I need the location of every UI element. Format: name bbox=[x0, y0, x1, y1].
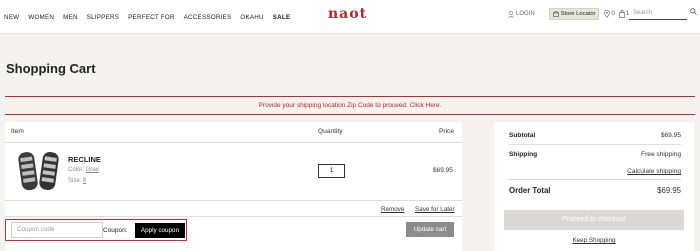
store-icon bbox=[552, 11, 559, 17]
location-pin-icon bbox=[604, 10, 611, 18]
column-item: Item bbox=[11, 128, 24, 135]
total-value: $69.95 bbox=[657, 186, 681, 195]
calculate-shipping-link[interactable]: Calculate shipping bbox=[627, 168, 681, 175]
divider bbox=[509, 179, 681, 180]
quantity-input[interactable]: 1 bbox=[318, 164, 345, 178]
product-name[interactable]: RECLINE bbox=[68, 155, 101, 164]
shipping-label: Shipping bbox=[509, 151, 538, 158]
login-label: LOGIN bbox=[516, 11, 535, 17]
divider bbox=[5, 216, 462, 217]
shipping-value: Free shipping bbox=[641, 151, 681, 158]
apply-coupon-button[interactable]: Apply coupon bbox=[135, 223, 185, 238]
coupon-code-input[interactable]: Coupon code bbox=[11, 222, 103, 238]
zip-code-banner[interactable]: Provide your shipping location Zip Code … bbox=[5, 96, 695, 115]
site-header: NEW WOMEN MEN SLIPPERS PERFECT FOR ACCES… bbox=[0, 0, 700, 34]
nav-item-perfect-for[interactable]: PERFECT FOR bbox=[128, 14, 175, 21]
nav-item-women[interactable]: WOMEN bbox=[28, 14, 54, 21]
nav-item-sale[interactable]: SALE bbox=[273, 14, 291, 21]
nav-item-men[interactable]: MEN bbox=[63, 14, 78, 21]
search-input[interactable]: Search bbox=[629, 7, 687, 20]
wishlist-link[interactable]: 0 bbox=[604, 10, 615, 18]
update-cart-button[interactable]: Update cart bbox=[406, 222, 454, 237]
nav-item-accessories[interactable]: ACCESSORIES bbox=[184, 14, 232, 21]
main-nav: NEW WOMEN MEN SLIPPERS PERFECT FOR ACCES… bbox=[4, 14, 299, 21]
proceed-to-checkout-button[interactable]: Proceed to checkout bbox=[504, 210, 684, 230]
color-label: Color: bbox=[68, 167, 85, 173]
page-title: Shopping Cart bbox=[6, 61, 96, 76]
subtotal-value: $69.95 bbox=[660, 132, 681, 139]
keep-shopping-link[interactable]: Keep Shopping bbox=[494, 237, 694, 244]
remove-link[interactable]: Remove bbox=[381, 206, 404, 213]
subtotal-label: Subtotal bbox=[509, 132, 536, 139]
product-size: Size: 8 bbox=[68, 178, 86, 184]
divider bbox=[5, 142, 462, 143]
store-locator-button[interactable]: Store Locator bbox=[548, 8, 600, 20]
order-summary: Subtotal $69.95 Shipping Free shipping C… bbox=[494, 122, 694, 251]
divider bbox=[5, 200, 462, 201]
header-utilities: LOGIN Store Locator 0 1 bbox=[508, 7, 633, 21]
total-label: Order Total bbox=[509, 186, 551, 195]
nav-item-okahu[interactable]: OKAHU bbox=[240, 14, 263, 21]
login-link[interactable]: LOGIN bbox=[508, 10, 535, 18]
color-value-link[interactable]: Gray bbox=[86, 167, 99, 173]
column-price: Price bbox=[439, 128, 455, 135]
user-icon bbox=[508, 10, 514, 18]
coupon-label-text: Coupon bbox=[103, 227, 126, 234]
store-locator-label: Store Locator bbox=[560, 11, 596, 17]
nav-item-slippers[interactable]: SLIPPERS bbox=[87, 14, 119, 21]
nav-item-new[interactable]: NEW bbox=[4, 14, 19, 21]
save-for-later-link[interactable]: Save for Later bbox=[415, 206, 455, 213]
coupon-label: Coupon: bbox=[103, 227, 128, 234]
item-price: $69.95 bbox=[433, 167, 453, 174]
wishlist-count: 0 bbox=[611, 11, 615, 17]
column-quantity: Quantity bbox=[318, 128, 343, 135]
size-value-link[interactable]: 8 bbox=[83, 178, 86, 184]
product-color: Color: Gray bbox=[68, 167, 99, 173]
divider bbox=[509, 144, 681, 145]
shopping-bag-icon bbox=[619, 10, 625, 18]
coupon-form: Coupon code Coupon: Apply coupon bbox=[5, 219, 187, 241]
size-label: Size: bbox=[68, 178, 82, 184]
bag-link[interactable]: 1 bbox=[619, 10, 629, 18]
brand-logo[interactable]: naot bbox=[328, 6, 367, 22]
search-icon[interactable] bbox=[690, 8, 697, 15]
product-image[interactable] bbox=[16, 149, 62, 193]
